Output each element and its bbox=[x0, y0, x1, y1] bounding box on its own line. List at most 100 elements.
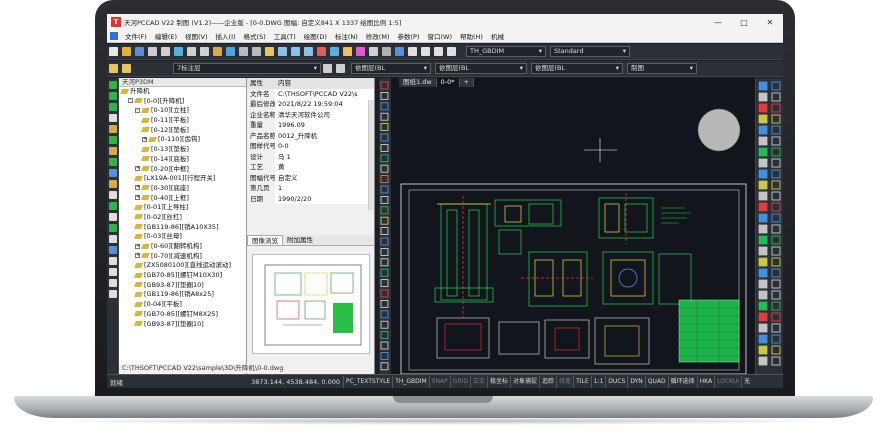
status-toggle-button[interactable]: GRID bbox=[449, 375, 470, 388]
tree-row[interactable]: [LX19A-001][行程开关] bbox=[119, 174, 246, 184]
command-line[interactable]: C:\THSOFT\PCCAD V22\sample\3D\升降机\0-0.dw… bbox=[119, 364, 319, 373]
expand-icon[interactable]: + bbox=[135, 243, 140, 249]
right-tool-icon[interactable] bbox=[758, 191, 768, 201]
right-tool-icon[interactable] bbox=[771, 246, 781, 256]
right-tool-icon[interactable] bbox=[758, 158, 768, 168]
mleader-style-icon[interactable] bbox=[447, 47, 456, 56]
right-tool-icon[interactable] bbox=[771, 180, 781, 190]
status-toggle-button[interactable]: 追踪 bbox=[539, 375, 556, 388]
tree-row[interactable]: + [0-30][底座] bbox=[119, 184, 246, 194]
right-tool-icon[interactable] bbox=[771, 191, 781, 201]
tree-row[interactable]: [0-14][底板] bbox=[119, 155, 246, 165]
lineweight-select[interactable]: 依图层(BL ▾ bbox=[531, 63, 623, 74]
tree-row[interactable]: + [0-60][翻转机构] bbox=[119, 242, 246, 252]
expand-icon[interactable]: + bbox=[135, 195, 140, 201]
paste-icon[interactable] bbox=[213, 47, 222, 56]
tree-row[interactable]: [GB70-85][螺钉M8X25] bbox=[119, 310, 246, 320]
minimize-icon[interactable]: — bbox=[705, 18, 731, 27]
property-row[interactable]: 属性 内容 bbox=[247, 78, 374, 89]
open-file-icon[interactable] bbox=[122, 47, 131, 56]
right-tool-icon[interactable] bbox=[758, 169, 768, 179]
right-tool-icon[interactable] bbox=[771, 290, 781, 300]
status-toggle-button[interactable]: TH_GBDIM bbox=[392, 375, 429, 388]
menu-window[interactable]: 窗口(W) bbox=[423, 31, 456, 41]
tree-tool-icon[interactable] bbox=[109, 246, 117, 254]
calc-icon[interactable] bbox=[382, 47, 391, 56]
status-toggle-button[interactable]: 线宽 bbox=[556, 375, 573, 388]
collapse-icon[interactable]: - bbox=[135, 107, 140, 113]
layer-select[interactable]: 7标注层 ▾ bbox=[173, 63, 321, 74]
right-tool-icon[interactable] bbox=[771, 268, 781, 278]
right-tool-icon[interactable] bbox=[771, 279, 781, 289]
right-tool-icon[interactable] bbox=[771, 224, 781, 234]
right-tool-icon[interactable] bbox=[758, 114, 768, 124]
status-toggle-button[interactable]: SNAP bbox=[428, 375, 450, 388]
tree-tool-icon[interactable] bbox=[109, 235, 117, 243]
tree-row[interactable]: [0-04][平板] bbox=[119, 300, 246, 310]
menu-draw[interactable]: 绘图(D) bbox=[300, 31, 331, 41]
tree-tool-icon[interactable] bbox=[109, 147, 117, 155]
tree-tool-icon[interactable] bbox=[109, 268, 117, 276]
new-file-icon[interactable] bbox=[109, 47, 118, 56]
expand-icon[interactable]: + bbox=[142, 136, 147, 142]
tree-tool-icon[interactable] bbox=[109, 103, 117, 111]
tab-image-preview[interactable]: 图像浏览 bbox=[247, 235, 283, 245]
right-tool-icon[interactable] bbox=[758, 235, 768, 245]
tree-row[interactable]: [GB119-86][销A8x25] bbox=[119, 290, 246, 300]
help-icon[interactable] bbox=[395, 47, 404, 56]
tree-tool-icon[interactable] bbox=[109, 224, 117, 232]
right-tool-icon[interactable] bbox=[758, 290, 768, 300]
menu-edit[interactable]: 编辑(E) bbox=[151, 31, 181, 41]
right-tool-icon[interactable] bbox=[771, 158, 781, 168]
cut-icon[interactable] bbox=[187, 47, 196, 56]
right-tool-icon[interactable] bbox=[758, 136, 768, 146]
menu-format[interactable]: 格式(S) bbox=[240, 31, 270, 41]
tree-tool-icon[interactable] bbox=[109, 180, 117, 188]
property-row[interactable]: 企业名称 清华天河软件公司 bbox=[247, 109, 374, 120]
tree-row[interactable]: [0-12][垫板] bbox=[119, 126, 246, 136]
right-tool-icon[interactable] bbox=[758, 312, 768, 322]
status-toggle-button[interactable]: HKA bbox=[696, 375, 714, 388]
status-toggle-button[interactable]: 极坐标 bbox=[487, 375, 510, 388]
tree-row[interactable]: [0-01][上导柱] bbox=[119, 203, 246, 213]
right-tool-icon[interactable] bbox=[771, 136, 781, 146]
expand-icon[interactable]: + bbox=[135, 253, 140, 259]
property-row[interactable]: 图幅代号 自定义 bbox=[247, 172, 374, 183]
tree-row[interactable]: + [0-70][减速机构] bbox=[119, 252, 246, 262]
menu-parameters[interactable]: 参数(P) bbox=[393, 31, 423, 41]
plotstyle-select[interactable]: 制图 ▾ bbox=[627, 63, 697, 74]
dimstyle-select[interactable]: TH_GBDIM ▾ bbox=[466, 46, 546, 57]
property-row[interactable]: 第几页 1 bbox=[247, 183, 374, 194]
right-tool-icon[interactable] bbox=[771, 323, 781, 333]
tree-tool-icon[interactable] bbox=[109, 114, 117, 122]
right-tool-icon[interactable] bbox=[758, 147, 768, 157]
make-current-icon[interactable] bbox=[323, 64, 332, 73]
save-icon[interactable] bbox=[135, 47, 144, 56]
right-tool-icon[interactable] bbox=[758, 301, 768, 311]
text-style-icon[interactable] bbox=[408, 47, 417, 56]
right-tool-icon[interactable] bbox=[771, 103, 781, 113]
right-tool-icon[interactable] bbox=[758, 268, 768, 278]
textstyle-select[interactable]: Standard ▾ bbox=[550, 46, 630, 57]
dim-style-icon[interactable] bbox=[421, 47, 430, 56]
right-tool-icon[interactable] bbox=[758, 323, 768, 333]
properties-icon[interactable] bbox=[317, 47, 326, 56]
tool-palette-icon[interactable] bbox=[343, 47, 352, 56]
status-toggle-button[interactable]: DUCS bbox=[605, 375, 627, 388]
publish-icon[interactable] bbox=[174, 47, 183, 56]
status-toggle-button[interactable]: 无 bbox=[741, 375, 752, 388]
right-tool-icon[interactable] bbox=[771, 345, 781, 355]
right-tool-icon[interactable] bbox=[771, 356, 781, 366]
tree-tool-icon[interactable] bbox=[109, 290, 117, 298]
preview-icon[interactable] bbox=[161, 47, 170, 56]
markup-icon[interactable] bbox=[369, 47, 378, 56]
status-toggle-button[interactable]: LOCKUI bbox=[714, 375, 741, 388]
tree-row[interactable]: [0-11][平板] bbox=[119, 116, 246, 126]
expand-icon[interactable]: + bbox=[135, 166, 140, 171]
tree-tool-icon[interactable] bbox=[109, 92, 117, 100]
right-tool-icon[interactable] bbox=[771, 202, 781, 212]
right-tool-icon[interactable] bbox=[758, 202, 768, 212]
maximize-icon[interactable]: □ bbox=[731, 18, 757, 27]
menu-dimension[interactable]: 标注(N) bbox=[331, 31, 362, 41]
property-row[interactable]: 最后修改...2021/8/22 19:59:04 bbox=[247, 99, 374, 110]
